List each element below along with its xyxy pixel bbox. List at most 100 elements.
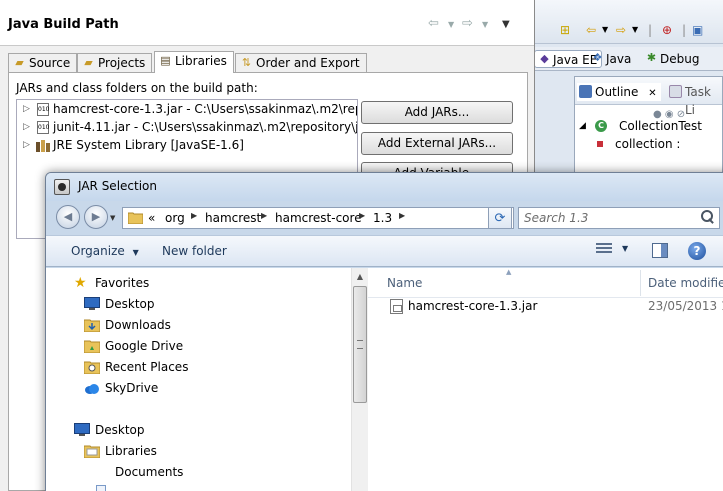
add-external-jars-button[interactable]: Add External JARs...: [361, 132, 513, 155]
document-icon: [96, 485, 106, 491]
collapse-arrow-icon[interactable]: ◢: [579, 117, 586, 135]
view-menu-icon[interactable]: ▼: [502, 19, 510, 30]
jar-icon: 010: [37, 103, 49, 116]
search-input[interactable]: [524, 210, 694, 226]
outline-item[interactable]: ◢ C CollectionTest: [575, 117, 723, 135]
file-list-pane: ▲ Name Date modified hamcrest-core-1.3.j…: [368, 268, 723, 491]
chevron-down-icon[interactable]: ▼: [632, 22, 638, 38]
back-arrow-icon[interactable]: ⇦: [428, 16, 439, 31]
project-folder-icon: ▰: [84, 56, 93, 69]
new-folder-button[interactable]: New folder: [162, 243, 227, 259]
dialog-titlebar: JAR Selection: [46, 173, 723, 201]
navigation-pane: ★ Favorites Desktop Downloads Google Dri…: [46, 268, 351, 491]
jar-file-icon: [390, 299, 403, 314]
breadcrumb-separator-icon[interactable]: ▶: [191, 211, 197, 220]
file-row[interactable]: hamcrest-core-1.3.jar 23/05/2013 15: [368, 296, 723, 318]
file-date: 23/05/2013 15: [648, 299, 723, 313]
change-view-button[interactable]: [596, 243, 612, 257]
skydrive-cloud-icon: [84, 381, 100, 395]
scrollbar-thumb[interactable]: [353, 286, 367, 403]
tab-source[interactable]: ▰ Source: [8, 53, 78, 73]
chevron-down-icon[interactable]: ▼: [602, 22, 608, 38]
source-folder-icon: ▰: [15, 56, 24, 69]
column-separator[interactable]: [640, 270, 641, 296]
perspective-switcher: ◆ Java EE ❖ Java ✱ Debug: [530, 47, 723, 71]
tab-outline[interactable]: Outline ✕: [577, 83, 661, 101]
breadcrumb-org[interactable]: org: [165, 210, 185, 226]
refresh-button[interactable]: ⟳: [488, 207, 512, 229]
address-row: ◀ ▶ ▼ « org ▶ hamcrest ▶ hamcrest-core ▶…: [46, 201, 723, 235]
outline-item[interactable]: collection :: [575, 135, 723, 153]
back-button[interactable]: ◀: [56, 205, 80, 229]
breadcrumb-separator-icon[interactable]: ▶: [399, 211, 405, 220]
star-icon: ★: [74, 275, 87, 291]
breadcrumb-separator-icon[interactable]: ▶: [261, 211, 267, 220]
tab-task-list[interactable]: Task Li: [667, 83, 722, 117]
class-icon: C: [595, 120, 607, 132]
add-jars-button[interactable]: Add JARs...: [361, 101, 513, 124]
libraries-icon: [83, 444, 101, 459]
scroll-up-arrow-icon[interactable]: ▲: [352, 268, 368, 285]
outline-view-tabs: Outline ✕ Task Li: [575, 77, 722, 117]
tree-item-jre-library[interactable]: ▷ JRE System Library [JavaSE-1.6]: [17, 136, 357, 154]
preview-pane-button[interactable]: [652, 243, 668, 258]
breadcrumb-separator-icon[interactable]: ▶: [359, 211, 365, 220]
organize-menu[interactable]: Organize ▼: [71, 243, 139, 261]
order-export-icon: ⇅: [241, 56, 252, 69]
libraries-label: JARs and class folders on the build path…: [16, 81, 258, 95]
tab-projects[interactable]: ▰ Projects: [77, 53, 153, 73]
desktop-icon: [84, 297, 100, 311]
command-bar: Organize ▼ New folder ▼ ?: [46, 235, 723, 267]
forward-button[interactable]: ▶: [84, 205, 108, 229]
forward-arrow-icon[interactable]: ⇨: [462, 16, 473, 31]
chevron-down-icon[interactable]: ▼: [622, 244, 628, 253]
outline-icon: [579, 85, 592, 98]
library-icon: [36, 139, 50, 152]
folder-icon: [127, 211, 144, 225]
library-icon: ▤: [160, 54, 171, 67]
forward-arrow-icon[interactable]: ⇨: [616, 22, 626, 38]
perspective-java[interactable]: ❖ Java: [588, 50, 635, 68]
help-icon[interactable]: ?: [688, 242, 706, 260]
breadcrumb-hamcrest[interactable]: hamcrest: [205, 210, 261, 226]
jar-selection-dialog: JAR Selection ◀ ▶ ▼ « org ▶ hamcrest ▶ h…: [45, 172, 723, 491]
recent-locations-dropdown[interactable]: ▼: [110, 214, 115, 222]
build-path-tabs: ▰ Source ▰ Projects ▤ Libraries ⇅ Order …: [8, 51, 528, 73]
dialog-title: JAR Selection: [78, 179, 157, 193]
navigation-scrollbar[interactable]: ▲: [351, 268, 368, 491]
breadcrumb-overflow[interactable]: «: [148, 210, 155, 226]
tree-item-junit-jar[interactable]: ▷ 010 junit-4.11.jar - C:\Users\ssakinma…: [17, 118, 357, 136]
task-list-icon: [669, 85, 682, 98]
search-icon[interactable]: [701, 210, 714, 223]
expand-arrow-icon[interactable]: ▷: [23, 100, 30, 118]
column-headers: ▲ Name Date modified: [368, 268, 723, 298]
chevron-down-icon: ▼: [132, 248, 139, 257]
toolbar-icon[interactable]: ⊕: [662, 22, 672, 38]
outline-tree: ◢ C CollectionTest collection :: [575, 117, 723, 153]
tab-libraries[interactable]: ▤ Libraries: [154, 51, 234, 73]
search-box[interactable]: [518, 207, 720, 229]
back-arrow-icon[interactable]: ⇦: [586, 22, 596, 38]
column-name[interactable]: Name: [387, 276, 422, 290]
desktop-icon: [74, 423, 90, 437]
close-icon[interactable]: ✕: [648, 88, 656, 99]
chevron-down-icon[interactable]: ▼: [448, 20, 454, 29]
expand-arrow-icon[interactable]: ▷: [23, 136, 30, 154]
tab-order-and-export[interactable]: ⇅ Order and Export: [235, 53, 367, 73]
breadcrumb-hamcrest-core[interactable]: hamcrest-core: [275, 210, 362, 226]
open-perspective-icon[interactable]: ▣: [692, 22, 703, 38]
separator: |: [682, 23, 687, 37]
bug-icon: ✱: [646, 51, 657, 64]
tree-item-hamcrest-jar[interactable]: ▷ 010 hamcrest-core-1.3.jar - C:\Users\s…: [17, 100, 357, 118]
toolbar-icon[interactable]: ⊞: [560, 22, 570, 38]
chevron-down-icon[interactable]: ▼: [482, 20, 488, 29]
perspective-debug[interactable]: ✱ Debug: [642, 50, 703, 68]
expand-arrow-icon[interactable]: ▷: [23, 118, 30, 136]
sort-ascending-icon: ▲: [506, 268, 512, 276]
address-bar[interactable]: « org ▶ hamcrest ▶ hamcrest-core ▶ 1.3 ▶…: [122, 207, 514, 229]
breadcrumb-1-3[interactable]: 1.3: [373, 210, 392, 226]
file-name: hamcrest-core-1.3.jar: [408, 299, 538, 313]
column-date-modified[interactable]: Date modified: [648, 276, 723, 290]
build-path-header: Java Build Path ⇦ ▼ ⇨ ▼ ▼: [0, 0, 534, 46]
downloads-icon: [83, 318, 101, 333]
